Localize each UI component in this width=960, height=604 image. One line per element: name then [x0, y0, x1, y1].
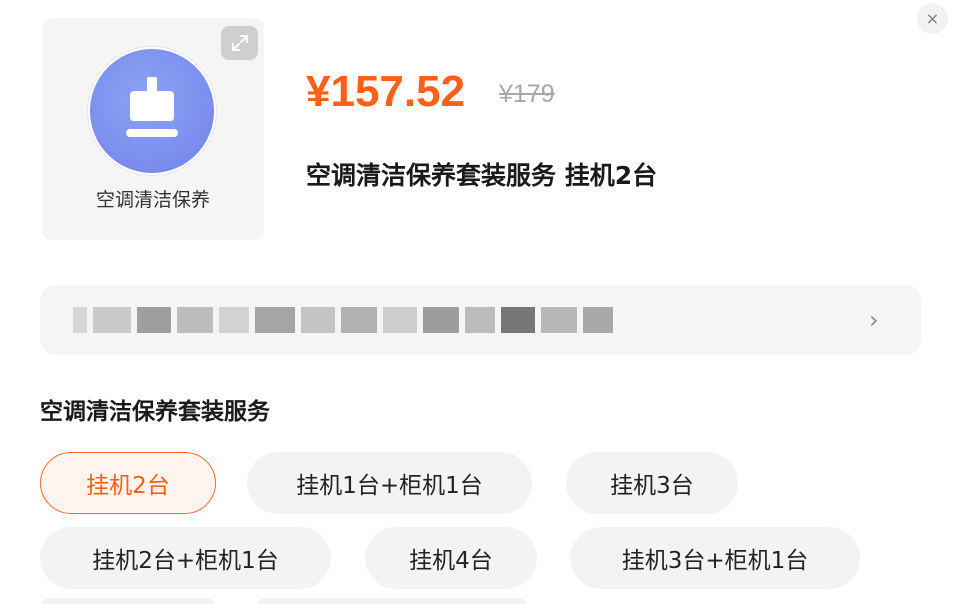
spec-option[interactable]: 挂机1台+柜机1台: [247, 452, 532, 514]
spec-option-label: 挂机4台: [409, 548, 493, 574]
spec-option-selected[interactable]: 挂机2台: [40, 452, 216, 514]
spec-option-label: 挂机1台+柜机1台: [296, 473, 483, 499]
blurred-address-text: [73, 307, 613, 333]
spec-option[interactable]: 挂机2台+柜机1台: [40, 527, 331, 589]
spec-option-label: 挂机2台: [86, 473, 170, 499]
original-price: ¥179: [499, 80, 555, 108]
spec-option-label: 挂机2台+柜机1台: [92, 548, 279, 574]
spec-option[interactable]: 挂机3台+柜机1台: [570, 527, 860, 589]
service-icon-circle: [88, 47, 216, 175]
cleaning-brush-icon: [126, 77, 178, 137]
close-button[interactable]: ×: [917, 3, 948, 34]
current-price: ¥157.52: [306, 67, 466, 116]
product-image-caption: 空调清洁保养: [95, 189, 210, 211]
close-icon: ×: [925, 8, 940, 28]
expand-icon: [231, 35, 248, 51]
spec-section-title: 空调清洁保养套装服务: [40, 399, 270, 425]
product-title: 空调清洁保养套装服务 挂机2台: [306, 161, 658, 190]
spec-option-label: 挂机3台: [610, 473, 694, 499]
spec-option-label: 挂机3台+柜机1台: [621, 548, 809, 574]
product-image-card: 空调清洁保养: [42, 18, 264, 240]
address-selector[interactable]: ›: [40, 285, 921, 355]
spec-option[interactable]: 挂机4台: [365, 527, 537, 589]
chevron-right-icon: ›: [869, 306, 879, 334]
spec-option-partial[interactable]: [40, 598, 216, 604]
spec-option[interactable]: 挂机3台: [566, 452, 738, 514]
spec-option-partial[interactable]: [256, 598, 528, 604]
expand-button[interactable]: [221, 26, 258, 60]
